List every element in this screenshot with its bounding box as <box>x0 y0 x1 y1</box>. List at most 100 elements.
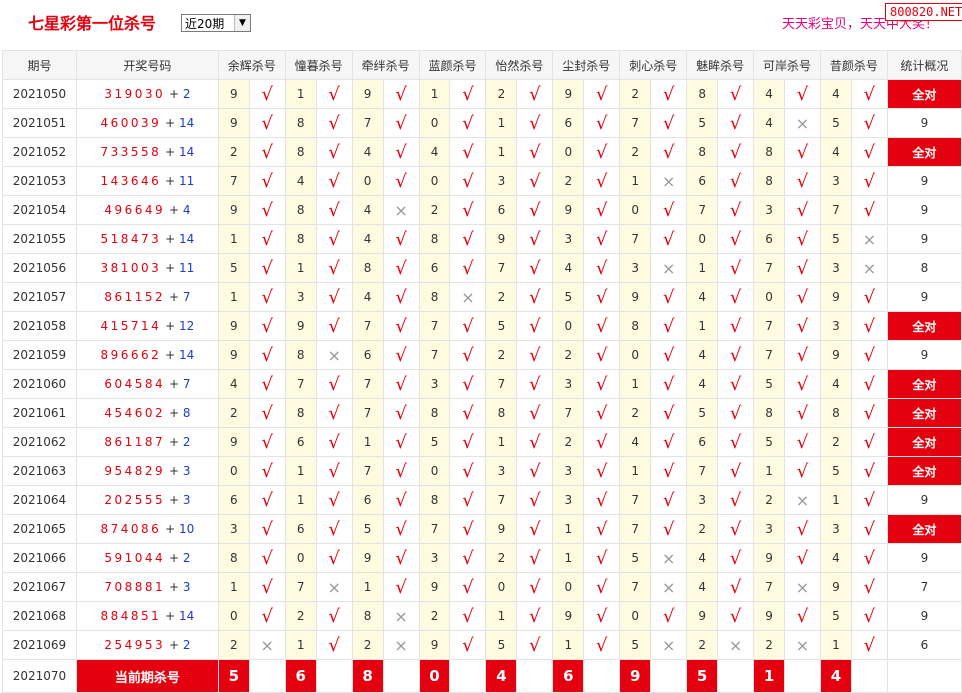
checkmark-icon: √ <box>248 398 286 428</box>
checkmark-icon: √ <box>583 543 621 573</box>
kill-number-cell: 1 <box>284 253 317 283</box>
empty-cell <box>583 659 621 693</box>
column-header: 昔颜杀号 <box>819 50 888 80</box>
kill-number-cell: 2 <box>619 398 652 428</box>
kill-number-cell: 0 <box>284 543 317 573</box>
checkmark-icon: √ <box>650 311 688 341</box>
empty-cell <box>516 659 554 693</box>
checkmark-icon: √ <box>850 427 888 457</box>
table-row: 2021056 381003 + 11 5 √ 1 √ 8 √ 6 √ 7 √ 4 √ 3 × 1 √ 7 √ 3 × 8 <box>2 253 962 283</box>
checkmark-icon: √ <box>850 601 888 631</box>
checkmark-icon: √ <box>248 572 286 602</box>
checkmark-icon: √ <box>315 137 353 167</box>
draw-bonus: 14 <box>178 116 195 130</box>
period-cell: 2021062 <box>2 427 77 457</box>
kill-number-cell: 1 <box>284 485 317 515</box>
checkmark-icon: √ <box>650 137 688 167</box>
kill-number-cell: 4 <box>686 282 719 312</box>
kill-number-cell: 2 <box>217 398 250 428</box>
kill-number-cell: 8 <box>217 543 250 573</box>
stat-cell: 9 <box>886 166 962 196</box>
checkmark-icon: √ <box>717 398 755 428</box>
checkmark-icon: √ <box>248 543 286 573</box>
checkmark-icon: √ <box>583 630 621 660</box>
kill-number-cell: 7 <box>619 485 652 515</box>
kill-number-cell: 4 <box>819 79 852 109</box>
kill-number-cell: 1 <box>217 572 250 602</box>
kill-number-cell: 1 <box>485 108 518 138</box>
checkmark-icon: √ <box>449 253 487 283</box>
table-row: 2021052 733558 + 14 2 √ 8 √ 4 √ 4 √ 1 √ 0 √ 2 √ 8 √ 8 √ 4 √ 全对 <box>2 137 962 167</box>
chevron-down-icon[interactable]: ▼ <box>234 15 250 31</box>
checkmark-icon: √ <box>583 137 621 167</box>
kill-number-cell: 2 <box>686 630 719 660</box>
draw-digits: 143646 <box>100 174 162 188</box>
kill-number-cell: 7 <box>619 514 652 544</box>
plus-sign: + <box>165 406 183 420</box>
checkmark-icon: √ <box>516 630 554 660</box>
checkmark-icon: √ <box>516 427 554 457</box>
current-kill-number: 6 <box>552 659 585 693</box>
plus-sign: + <box>165 638 183 652</box>
checkmark-icon: √ <box>382 166 420 196</box>
checkmark-icon: √ <box>784 543 821 573</box>
kill-number-cell: 6 <box>686 166 719 196</box>
kill-number-cell: 9 <box>217 427 250 457</box>
checkmark-icon: √ <box>784 601 821 631</box>
draw-bonus: 14 <box>178 232 195 246</box>
period-cell: 2021063 <box>2 456 77 486</box>
kill-number-cell: 7 <box>351 311 384 341</box>
cross-icon: × <box>784 485 821 515</box>
checkmark-icon: √ <box>583 253 621 283</box>
checkmark-icon: √ <box>382 456 420 486</box>
draw-number-cell: 604584 + 7 <box>75 369 219 399</box>
period-cell: 2021064 <box>2 485 77 515</box>
checkmark-icon: √ <box>717 572 755 602</box>
table-row: 2021067 708881 + 3 1 √ 7 × 1 √ 9 √ 0 √ 0 √ 7 × 4 √ 7 × 9 √ 7 <box>2 572 962 602</box>
checkmark-icon: √ <box>583 282 621 312</box>
checkmark-icon: √ <box>583 514 621 544</box>
checkmark-icon: √ <box>382 79 420 109</box>
checkmark-icon: √ <box>315 282 353 312</box>
site-badge: 800820.NET <box>885 3 962 21</box>
kill-number-cell: 5 <box>819 456 852 486</box>
checkmark-icon: √ <box>248 195 286 225</box>
checkmark-icon: √ <box>248 456 286 486</box>
kill-number-cell: 6 <box>217 485 250 515</box>
checkmark-icon: √ <box>516 224 554 254</box>
kill-number-cell: 7 <box>619 224 652 254</box>
stat-cell: 全对 <box>886 137 962 167</box>
checkmark-icon: √ <box>784 514 821 544</box>
stat-cell: 9 <box>886 108 962 138</box>
checkmark-icon: √ <box>315 485 353 515</box>
kill-number-cell: 1 <box>351 572 384 602</box>
checkmark-icon: √ <box>382 340 420 370</box>
kill-number-cell: 6 <box>753 224 786 254</box>
draw-bonus: 7 <box>182 377 191 391</box>
kill-number-cell: 7 <box>619 108 652 138</box>
draw-bonus: 2 <box>182 551 191 565</box>
checkmark-icon: √ <box>784 224 821 254</box>
period-range-select[interactable]: 近20期 ▼ <box>181 14 251 32</box>
checkmark-icon: √ <box>516 514 554 544</box>
plus-sign: + <box>165 435 183 449</box>
kill-number-cell: 0 <box>686 224 719 254</box>
kill-number-cell: 7 <box>418 514 451 544</box>
kill-number-cell: 4 <box>819 369 852 399</box>
checkmark-icon: √ <box>248 166 286 196</box>
kill-number-cell: 6 <box>485 195 518 225</box>
kill-number-cell: 2 <box>753 485 786 515</box>
checkmark-icon: √ <box>516 340 554 370</box>
plus-sign: + <box>165 290 183 304</box>
checkmark-icon: √ <box>717 253 755 283</box>
checkmark-icon: √ <box>784 166 821 196</box>
kill-number-cell: 4 <box>351 137 384 167</box>
checkmark-icon: √ <box>784 282 821 312</box>
checkmark-icon: √ <box>717 485 755 515</box>
checkmark-icon: √ <box>583 108 621 138</box>
current-kill-number: 4 <box>819 659 852 693</box>
checkmark-icon: √ <box>248 369 286 399</box>
stat-cell: 9 <box>886 601 962 631</box>
kill-number-cell: 7 <box>418 311 451 341</box>
kill-number-cell: 2 <box>351 630 384 660</box>
